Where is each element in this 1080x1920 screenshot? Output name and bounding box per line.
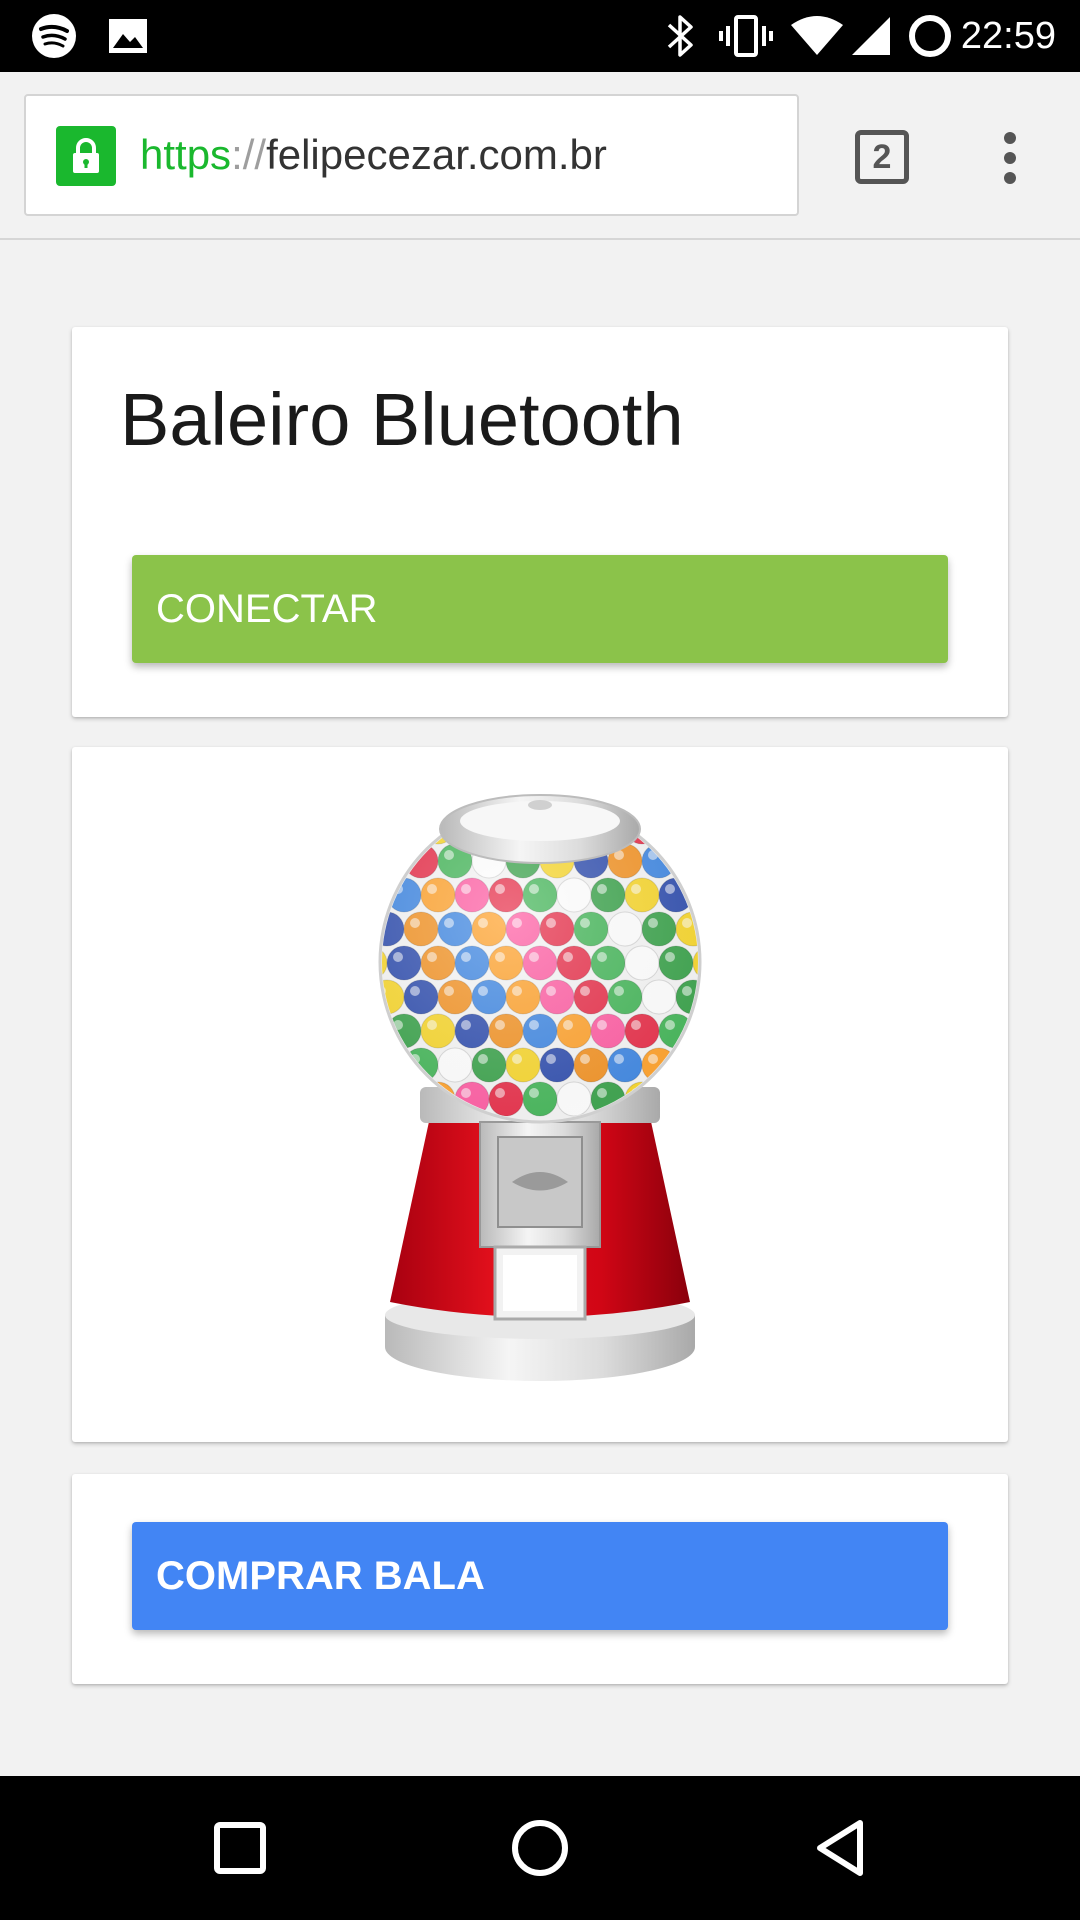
overflow-menu-button[interactable] bbox=[990, 128, 1030, 188]
url-host: felipecezar.com.br bbox=[266, 131, 607, 178]
navigation-bar bbox=[0, 1776, 1080, 1920]
battery-icon bbox=[904, 0, 956, 72]
buy-button[interactable]: COMPRAR BALA bbox=[132, 1522, 948, 1630]
home-icon bbox=[512, 1820, 568, 1876]
tab-switcher-button[interactable]: 2 bbox=[855, 130, 909, 184]
url-separator: :// bbox=[231, 131, 267, 178]
gumball-machine-image bbox=[359, 794, 702, 1381]
signal-icon bbox=[848, 0, 894, 72]
spotify-icon bbox=[28, 0, 80, 72]
back-icon bbox=[817, 1820, 863, 1876]
recents-button[interactable] bbox=[168, 1776, 312, 1920]
image-card bbox=[72, 747, 1008, 1442]
header-card: Baleiro Bluetooth CONECTAR bbox=[72, 327, 1008, 717]
gumball-highlight bbox=[427, 816, 437, 826]
recents-icon bbox=[214, 1822, 266, 1874]
wifi-icon bbox=[788, 0, 846, 72]
action-card: COMPRAR BALA bbox=[72, 1474, 1008, 1684]
home-button[interactable] bbox=[468, 1776, 612, 1920]
back-button[interactable] bbox=[768, 1776, 912, 1920]
lock-icon[interactable] bbox=[56, 126, 116, 186]
menu-dot-icon bbox=[1004, 132, 1016, 144]
status-time: 22:59 bbox=[960, 15, 1056, 57]
status-bar: 22:59 bbox=[0, 0, 1080, 72]
menu-dot-icon bbox=[1004, 152, 1016, 164]
gumball-highlight bbox=[359, 952, 369, 962]
gallery-icon bbox=[104, 0, 152, 72]
bluetooth-icon bbox=[660, 0, 700, 72]
address-bar[interactable]: https://felipecezar.com.br bbox=[24, 94, 799, 216]
url-text[interactable]: https://felipecezar.com.br bbox=[140, 96, 607, 214]
connect-button[interactable]: CONECTAR bbox=[132, 555, 948, 663]
page-title: Baleiro Bluetooth bbox=[120, 378, 684, 461]
vibrate-icon bbox=[716, 0, 776, 72]
url-scheme: https bbox=[140, 131, 232, 178]
browser-toolbar: https://felipecezar.com.br 2 bbox=[0, 72, 1080, 240]
menu-dot-icon bbox=[1004, 172, 1016, 184]
